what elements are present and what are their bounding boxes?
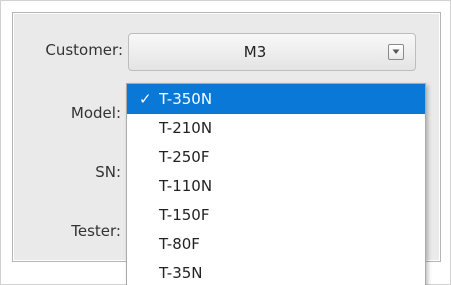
dropdown-item-label: T-250F: [159, 148, 210, 166]
dropdown-item[interactable]: T-250F: [127, 143, 425, 172]
customer-combobox[interactable]: M3: [128, 33, 416, 71]
dropdown-item-label: T-35N: [159, 264, 203, 282]
dropdown-item-label: T-110N: [159, 177, 213, 195]
dropdown-item-label: T-210N: [159, 119, 213, 137]
sn-label: SN:: [95, 163, 121, 181]
dropdown-item-label: T-350N: [159, 90, 213, 108]
dropdown-item[interactable]: T-35N: [127, 259, 425, 285]
model-dropdown-list[interactable]: ✓ T-350N T-210N T-250F T-110N T-150F T-8…: [126, 83, 426, 285]
chevron-down-icon[interactable]: [388, 44, 404, 60]
customer-label: Customer:: [45, 41, 123, 59]
dropdown-item[interactable]: T-110N: [127, 172, 425, 201]
tester-label: Tester:: [71, 222, 121, 240]
dropdown-item-label: T-80F: [159, 235, 200, 253]
dropdown-item[interactable]: ✓ T-350N: [127, 84, 425, 114]
check-icon: ✓: [139, 90, 152, 108]
model-label: Model:: [70, 104, 121, 122]
customer-combobox-value: M3: [243, 43, 267, 61]
dropdown-item-label: T-150F: [159, 206, 210, 224]
dropdown-item[interactable]: T-80F: [127, 230, 425, 259]
dropdown-item[interactable]: T-210N: [127, 114, 425, 143]
dropdown-item[interactable]: T-150F: [127, 201, 425, 230]
